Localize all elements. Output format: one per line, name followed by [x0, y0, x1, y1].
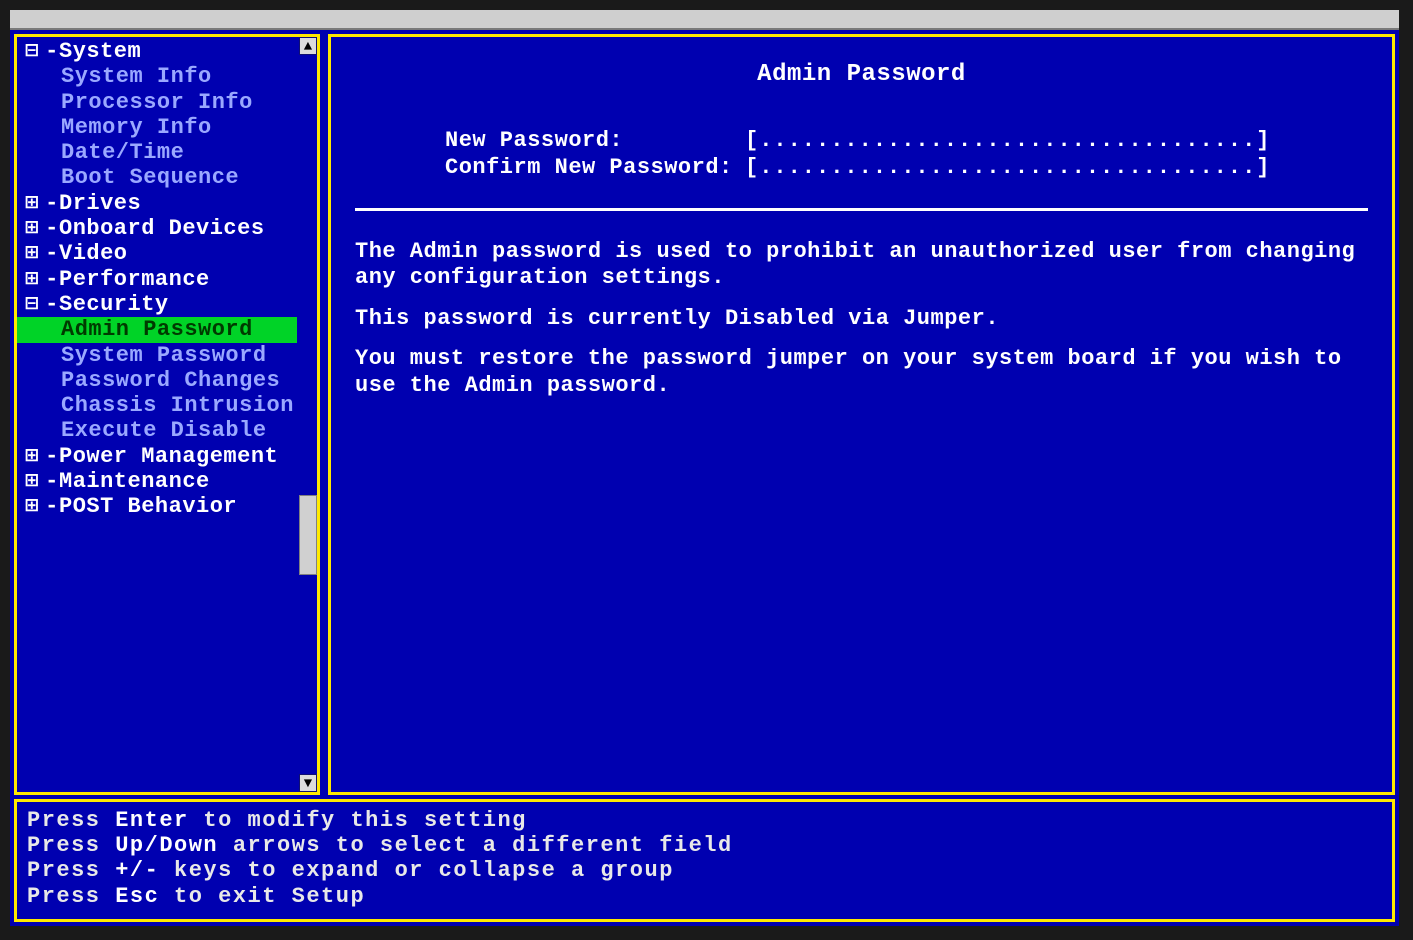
nav-tree[interactable]: ⊟-System System Info Processor Info Memo… [17, 37, 297, 792]
tree-label: System Password [61, 343, 267, 368]
tree-item-maintenance[interactable]: ⊞-Maintenance [17, 469, 297, 494]
new-password-label: New Password: [445, 128, 745, 153]
tree-label: Maintenance [59, 469, 210, 494]
new-password-input[interactable]: [...................................] [745, 128, 1270, 153]
help-line-enter: Press Enter to modify this setting [27, 808, 1382, 833]
branch-icon: - [45, 469, 59, 494]
tree-label: System [59, 39, 141, 64]
tree-item-drives[interactable]: ⊞-Drives [17, 191, 297, 216]
tree-item-processor-info[interactable]: Processor Info [17, 90, 297, 115]
detail-content: Admin Password New Password: [..........… [331, 37, 1392, 429]
expand-icon: ⊞ [19, 494, 45, 519]
divider [355, 208, 1368, 211]
help-footer: Press Enter to modify this setting Press… [14, 799, 1395, 922]
tree-label: Performance [59, 267, 210, 292]
tree-item-system-info[interactable]: System Info [17, 64, 297, 89]
help-line-updown: Press Up/Down arrows to select a differe… [27, 833, 1382, 858]
key-plusminus: +/- [115, 858, 159, 883]
tree-item-security[interactable]: ⊟-Security [17, 292, 297, 317]
desc2-post: . [985, 306, 999, 331]
branch-icon: - [45, 494, 59, 519]
tree-label: Video [59, 241, 128, 266]
expand-icon: ⊞ [19, 241, 45, 266]
new-password-row: New Password: [.........................… [445, 128, 1368, 153]
work-area: ⊟-System System Info Processor Info Memo… [10, 30, 1399, 799]
tree-item-video[interactable]: ⊞-Video [17, 241, 297, 266]
expand-icon: ⊞ [19, 469, 45, 494]
branch-icon: - [45, 241, 59, 266]
key-esc: Esc [115, 884, 159, 909]
tree-item-execute-disable[interactable]: Execute Disable [17, 418, 297, 443]
bios-screen: ⊟-System System Info Processor Info Memo… [10, 10, 1399, 926]
tree-item-boot-sequence[interactable]: Boot Sequence [17, 165, 297, 190]
tree-item-onboard-devices[interactable]: ⊞-Onboard Devices [17, 216, 297, 241]
tree-label: Execute Disable [61, 418, 267, 443]
tree-item-date-time[interactable]: Date/Time [17, 140, 297, 165]
branch-icon: - [45, 216, 59, 241]
tree-label: Memory Info [61, 115, 212, 140]
tree-label: Chassis Intrusion [61, 393, 294, 418]
key-updown: Up/Down [115, 833, 218, 858]
branch-icon: - [45, 292, 59, 317]
tree-item-admin-password[interactable]: Admin Password [17, 317, 297, 342]
desc2-pre: This password is currently [355, 306, 725, 331]
desc-paragraph-3: You must restore the password jumper on … [355, 346, 1368, 399]
key-enter: Enter [115, 808, 189, 833]
tree-label: Power Management [59, 444, 278, 469]
tree-label: Boot Sequence [61, 165, 239, 190]
branch-icon: - [45, 191, 59, 216]
collapse-icon: ⊟ [19, 292, 45, 317]
help-line-plusminus: Press +/- keys to expand or collapse a g… [27, 858, 1382, 883]
branch-icon: - [45, 444, 59, 469]
tree-item-system-password[interactable]: System Password [17, 343, 297, 368]
nav-tree-panel: ⊟-System System Info Processor Info Memo… [14, 34, 320, 795]
desc-paragraph-1: The Admin password is used to prohibit a… [355, 239, 1368, 292]
expand-icon: ⊞ [19, 267, 45, 292]
tree-label: Drives [59, 191, 141, 216]
expand-icon: ⊞ [19, 191, 45, 216]
scroll-thumb[interactable] [299, 495, 317, 575]
scroll-down-icon[interactable]: ▼ [299, 774, 317, 792]
desc-paragraph-2: This password is currently Disabled via … [355, 306, 1368, 332]
tree-label: System Info [61, 64, 212, 89]
tree-item-password-changes[interactable]: Password Changes [17, 368, 297, 393]
tree-label: Onboard Devices [59, 216, 265, 241]
branch-icon: - [45, 39, 59, 64]
detail-panel: Admin Password New Password: [..........… [328, 34, 1395, 795]
tree-label: POST Behavior [59, 494, 237, 519]
panel-title: Admin Password [355, 61, 1368, 88]
tree-label: Admin Password [61, 317, 253, 342]
confirm-password-row: Confirm New Password: [.................… [445, 155, 1368, 180]
password-status: Disabled via Jumper [725, 306, 985, 331]
confirm-password-label: Confirm New Password: [445, 155, 745, 180]
tree-label: Security [59, 292, 169, 317]
tree-item-chassis-intrusion[interactable]: Chassis Intrusion [17, 393, 297, 418]
tree-item-system[interactable]: ⊟-System [17, 39, 297, 64]
tree-label: Password Changes [61, 368, 280, 393]
tree-item-memory-info[interactable]: Memory Info [17, 115, 297, 140]
title-bar [10, 10, 1399, 30]
monitor-bezel: ⊟-System System Info Processor Info Memo… [0, 0, 1413, 940]
scroll-track[interactable] [299, 55, 317, 774]
expand-icon: ⊞ [19, 216, 45, 241]
tree-item-post-behavior[interactable]: ⊞-POST Behavior [17, 494, 297, 519]
scroll-up-icon[interactable]: ▲ [299, 37, 317, 55]
tree-scrollbar[interactable]: ▲ ▼ [297, 37, 317, 792]
tree-label: Date/Time [61, 140, 184, 165]
collapse-icon: ⊟ [19, 39, 45, 64]
help-line-esc: Press Esc to exit Setup [27, 884, 1382, 909]
expand-icon: ⊞ [19, 444, 45, 469]
branch-icon: - [45, 267, 59, 292]
tree-label: Processor Info [61, 90, 253, 115]
tree-item-power-management[interactable]: ⊞-Power Management [17, 444, 297, 469]
tree-item-performance[interactable]: ⊞-Performance [17, 267, 297, 292]
confirm-password-input[interactable]: [...................................] [745, 155, 1270, 180]
